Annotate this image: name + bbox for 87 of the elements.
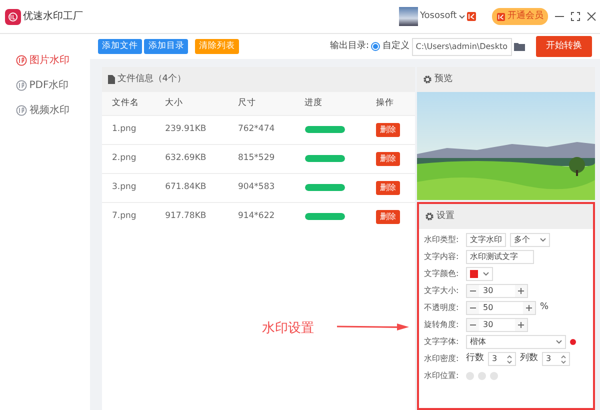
dropdown[interactable]: 楷体 [466, 335, 566, 349]
gear-icon [425, 212, 434, 222]
progress-bar [304, 213, 345, 220]
field-label: 文字大小: [424, 285, 460, 297]
plus-icon[interactable] [515, 319, 527, 331]
minus-icon[interactable] [467, 285, 479, 297]
stamp-icon [16, 80, 27, 90]
field-label: 旋转角度: [424, 319, 460, 331]
maximize-icon[interactable] [570, 12, 580, 21]
field-label: 水印类型: [424, 234, 460, 246]
delete-button[interactable]: 删除 [376, 210, 400, 224]
spin-arrows-icon [561, 354, 566, 364]
table-cell: 7.png [102, 202, 156, 231]
chevron-down-icon [540, 238, 546, 242]
badge-icon [497, 12, 505, 20]
column-header: 操作 [366, 92, 415, 115]
app-logo-icon [4, 8, 20, 24]
output-path-field[interactable]: C:\Users\admin\Deskto [412, 38, 512, 56]
start-button[interactable]: 开始转换 [536, 36, 592, 58]
table-cell: 904*583 [228, 173, 295, 202]
user-name[interactable]: Yososoft [420, 10, 457, 24]
table-cell: 762*474 [228, 115, 295, 144]
table-cell: 1.png [102, 115, 156, 144]
stamp-icon [16, 104, 27, 116]
table-cell: 815*529 [228, 144, 295, 173]
chevron-down-icon [482, 272, 488, 276]
annotation-arrow [337, 323, 409, 331]
dropdown[interactable]: 文字水印 [466, 233, 506, 247]
radio-option[interactable]: 自定义 [371, 40, 410, 54]
progress-bar [304, 126, 345, 133]
delete-button[interactable]: 删除 [376, 152, 400, 166]
sidebar-item[interactable]: PDF水印 [0, 72, 90, 98]
field-label: 列数 [520, 352, 538, 366]
app-title: 优速水印工厂 [22, 10, 83, 24]
table-cell: 917.78KB [155, 202, 228, 231]
field-label: 不透明度: [424, 302, 460, 314]
dropdown[interactable]: 多个 [510, 233, 550, 247]
sidebar-item[interactable]: 图片水印 [0, 48, 90, 72]
output-label: 输出目录: [330, 40, 369, 53]
field-label: 文字字体: [424, 336, 460, 348]
number-stepper[interactable]: 50 [466, 301, 536, 315]
panel-title: 预览 [434, 72, 452, 86]
chevron-down-icon [556, 340, 562, 344]
chevron-down-icon[interactable] [459, 14, 465, 18]
plus-icon[interactable] [523, 302, 535, 314]
minus-icon[interactable] [467, 319, 479, 331]
table-cell: 632.69KB [155, 144, 228, 173]
spin-arrows-icon [507, 354, 512, 364]
field-label: 水印位置: [424, 370, 460, 382]
table-cell: 239.91KB [155, 115, 228, 144]
alert-dot-icon [570, 339, 576, 345]
delete-button[interactable]: 删除 [376, 122, 400, 136]
text-field[interactable]: 水印测试文字 [466, 250, 534, 264]
minus-icon[interactable] [467, 302, 479, 314]
color-picker[interactable] [466, 267, 492, 281]
delete-button[interactable]: 删除 [376, 180, 400, 194]
plus-icon[interactable] [515, 285, 527, 297]
field-label: 水印密度: [424, 353, 460, 365]
field-label: 文字内容: [424, 251, 460, 263]
badge-icon [467, 12, 476, 21]
stamp-icon [16, 54, 27, 66]
column-header: 文件名 [102, 92, 156, 115]
sidebar-item[interactable]: 视频水印 [0, 98, 90, 122]
table-cell: 3.png [102, 173, 156, 202]
field-label: 文字颜色: [424, 268, 460, 280]
progress-bar [304, 184, 345, 191]
number-spinner[interactable]: 3 [542, 352, 570, 366]
file-icon [108, 75, 115, 84]
annotation-label: 水印设置 [262, 320, 314, 338]
table-cell: 671.84KB [155, 173, 228, 202]
unit-label: % [540, 301, 549, 314]
gear-icon [423, 75, 432, 84]
close-icon[interactable] [586, 12, 596, 21]
table-cell: 914*622 [228, 202, 295, 231]
column-header: 进度 [294, 92, 366, 115]
field-label: 行数 [466, 352, 484, 366]
number-stepper[interactable]: 30 [466, 318, 528, 332]
user-avatar[interactable] [398, 7, 418, 26]
folder-icon[interactable] [514, 42, 525, 51]
table-cell: 2.png [102, 144, 156, 173]
number-spinner[interactable]: 3 [488, 352, 516, 366]
number-stepper[interactable]: 30 [466, 284, 528, 298]
column-header: 大小 [155, 92, 228, 115]
panel-title: 文件信息（4个） [117, 72, 186, 86]
progress-bar [304, 155, 345, 162]
column-header: 尺寸 [228, 92, 295, 115]
panel-title: 设置 [436, 210, 454, 223]
